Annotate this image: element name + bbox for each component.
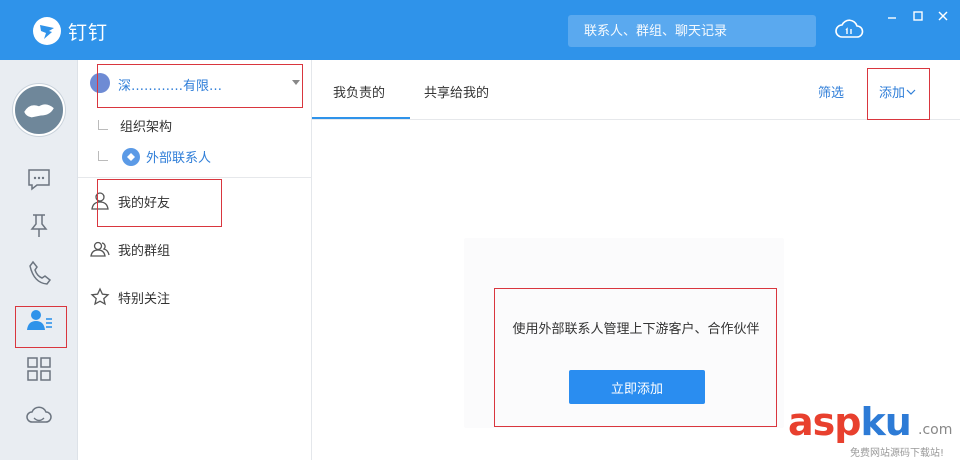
active-tab-indicator [312,117,410,119]
chat-icon[interactable] [24,164,54,194]
watermark-part-k: ku [860,400,911,444]
highlight-box [867,68,930,120]
highlight-box [494,288,777,427]
nav-item-my-groups[interactable]: 我的群组 [78,228,312,268]
highlight-box [15,306,67,348]
watermark: aspku .com 免费网站源码下载站! [788,400,960,460]
nav-item-special-follow[interactable]: 特别关注 [78,276,312,316]
tree-connector-icon [98,151,108,161]
highlight-box [97,179,222,227]
avatar[interactable] [13,84,65,136]
dingtalk-logo-icon [33,17,61,45]
star-icon [90,287,110,306]
pin-icon[interactable] [24,210,54,240]
tree-item-org-structure[interactable]: 组织架构 [120,116,172,135]
tab-shared-with-me[interactable]: 共享给我的 [424,82,489,101]
contacts-panel: 深…………有限… 组织架构 外部联系人 我的好友 我的群组 特别关注 [78,60,312,460]
search-box[interactable] [568,15,816,47]
nav-item-label: 我的群组 [118,244,171,259]
tab-bar: 我负责的 共享给我的 筛选 添加 [312,60,960,120]
external-contact-icon [122,148,140,166]
group-icon [90,241,110,257]
tree-connector-icon [98,120,108,130]
phone-icon[interactable] [24,258,54,288]
minimize-icon[interactable] [886,10,898,22]
divider [78,177,312,178]
apps-icon[interactable] [24,354,54,384]
left-rail [0,60,78,460]
watermark-logo: aspku [788,400,912,444]
cloud-icon[interactable] [24,400,54,430]
tab-my-responsible[interactable]: 我负责的 [333,82,385,101]
highlight-box [97,64,303,108]
cloud-upload-icon[interactable] [833,14,865,46]
filter-button[interactable]: 筛选 [818,82,844,101]
nav-item-label: 特别关注 [118,292,171,307]
search-input[interactable] [568,15,816,47]
title-bar: 钉钉 [0,0,960,60]
watermark-part-a: asp [788,400,861,444]
tree-item-external-contacts[interactable]: 外部联系人 [146,147,211,166]
watermark-tagline: 免费网站源码下载站! [850,448,945,459]
maximize-icon[interactable] [912,10,924,22]
avatar-handshake-icon [24,104,54,118]
close-icon[interactable] [937,10,949,22]
app-title: 钉钉 [68,22,109,44]
watermark-domain: .com [918,422,953,438]
